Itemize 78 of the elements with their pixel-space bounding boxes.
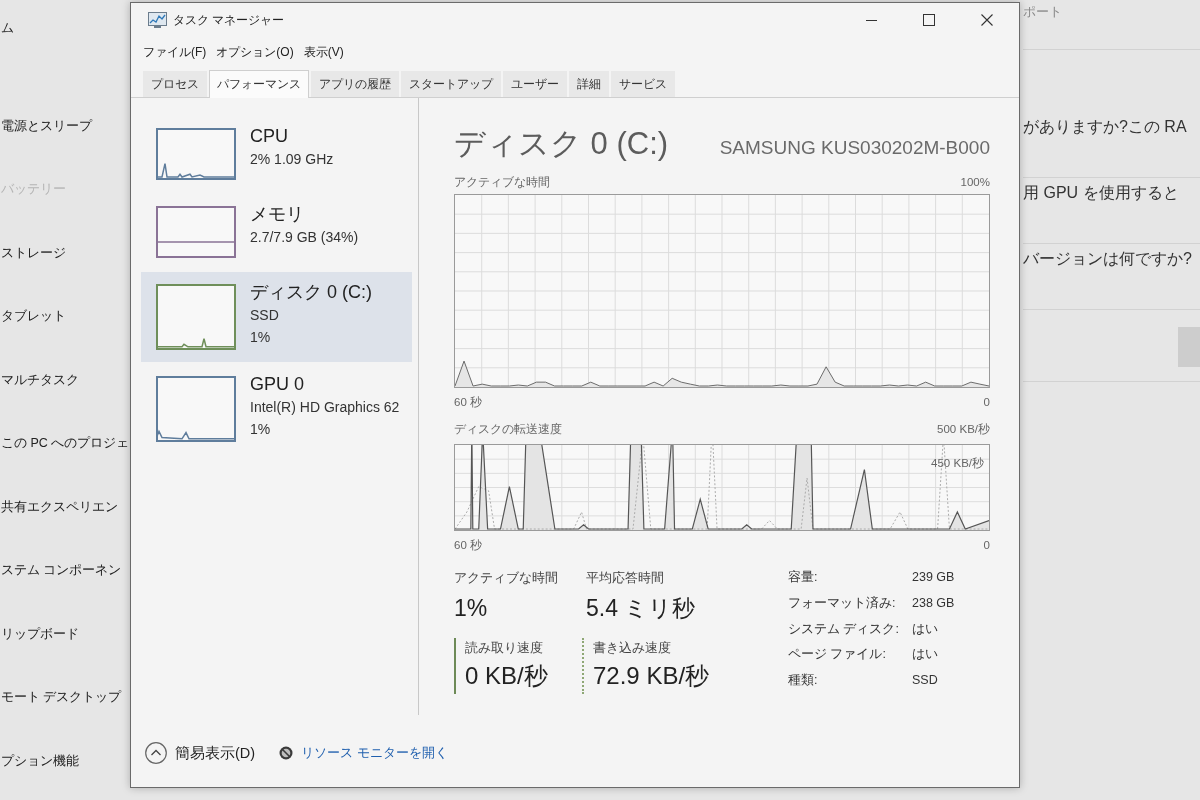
heading-text: ポート [1023, 4, 1062, 19]
tab[interactable]: アプリの履歴 [311, 71, 399, 97]
nav-item[interactable]: タブレット [0, 298, 66, 334]
property-label: 容量: [788, 569, 819, 586]
tab[interactable]: スタートアップ [401, 71, 501, 97]
nav-item[interactable]: モート デスクトップ [0, 679, 122, 715]
device-detail: SSD [250, 306, 280, 325]
device-item[interactable]: ディスク 0 (C:) SSD 1% [141, 272, 412, 362]
tab[interactable]: サービス [611, 71, 675, 97]
device-item[interactable]: CPU 2% 1.09 GHz [141, 116, 412, 192]
nav-item[interactable]: プション機能 [0, 742, 79, 779]
stat-label: 書き込み速度 [593, 640, 672, 656]
nav-item[interactable]: ストレージ [0, 234, 66, 271]
help-question[interactable]: バージョンは何ですか? [1023, 250, 1192, 267]
device-name: メモリ [250, 203, 305, 226]
device-detail: Intel(R) HD Graphics 62 [250, 398, 400, 417]
device-name: ディスク 0 (C:) [250, 281, 372, 304]
help-question[interactable]: がありますか?この RA [1023, 118, 1187, 135]
nav-item[interactable]: この PC へのプロジェ [0, 425, 130, 461]
minimize-icon [865, 19, 877, 21]
property-label: 種類: [788, 672, 819, 690]
property-value: 239 GB [912, 569, 955, 586]
stat-value: 72.9 KB/秒 [593, 662, 710, 690]
property-value: SSD [912, 672, 939, 690]
nav-item[interactable]: ム [0, 10, 14, 46]
chart-window-icon [148, 12, 167, 28]
legend-line [582, 638, 584, 694]
nav-item[interactable]: 電源とスリープ [0, 107, 92, 144]
device-name: GPU 0 [250, 373, 306, 396]
tab[interactable]: 詳細 [569, 71, 609, 97]
stat-label: 平均応答時間 [586, 570, 665, 586]
nav-item[interactable]: 共有エクスペリエン [0, 488, 118, 525]
property-value: はい [912, 646, 939, 664]
chevron-up-icon [145, 742, 167, 764]
device-item[interactable]: メモリ 2.7/7.9 GB (34%) [141, 194, 412, 270]
menu-item[interactable]: ファイル(F) [143, 43, 207, 61]
axis-label: 0 [983, 538, 990, 552]
property-value: 238 GB [912, 594, 955, 612]
tab[interactable]: ユーザー [503, 71, 567, 97]
stat-value: 0 KB/秒 [465, 662, 548, 690]
resource-monitor-link[interactable]: リソース モニターを開く [279, 744, 448, 762]
device-detail: 1% [250, 328, 272, 347]
maximize-icon [923, 14, 935, 26]
graph-label: ディスクの転送速度 [454, 422, 562, 436]
property-label: ページ ファイル: [788, 646, 887, 664]
device-model: SAMSUNG KUS030202M-B000 [719, 137, 990, 159]
device-detail: 2% 1.09 GHz [250, 150, 334, 169]
property-label: システム ディスク: [788, 620, 900, 638]
circle-slash-icon [279, 746, 294, 760]
axis-label: 0 [983, 395, 990, 409]
graph-label: アクティブな時間 [454, 175, 550, 189]
graph-max-label: 100% [960, 175, 990, 189]
help-question[interactable]: 用 GPU を使用すると [1023, 184, 1179, 201]
window-title: タスク マネージャー [173, 11, 285, 29]
nav-item[interactable]: リップボード [0, 615, 79, 652]
menu-item[interactable]: 表示(V) [303, 43, 344, 61]
device-detail: 1% [250, 420, 272, 439]
fewer-details-button[interactable]: 簡易表示(D) [145, 742, 256, 764]
menu-item[interactable]: オプション(O) [216, 43, 294, 61]
device-detail: 2.7/7.9 GB (34%) [250, 228, 359, 247]
graph-max-label: 500 KB/秒 [937, 422, 990, 436]
property-value: はい [912, 620, 939, 638]
property-label: フォーマット済み: [788, 594, 897, 612]
tab[interactable]: パフォーマンス [209, 70, 309, 98]
axis-label: 60 秒 [454, 395, 482, 409]
axis-label: 60 秒 [454, 538, 482, 552]
stat-value: 1% [454, 594, 489, 622]
close-icon [981, 14, 993, 26]
device-name: CPU [250, 125, 289, 148]
stat-label: 読み取り速度 [465, 640, 544, 656]
legend-line [454, 638, 456, 694]
nav-item[interactable]: ステム コンポーネン [0, 552, 122, 588]
tab[interactable]: プロセス [143, 71, 207, 97]
nav-item[interactable]: マルチタスク [0, 361, 79, 398]
device-item[interactable]: GPU 0 Intel(R) HD Graphics 62 1% [141, 364, 412, 454]
stat-value: 5.4 ミリ秒 [586, 594, 697, 622]
stat-label: アクティブな時間 [454, 570, 559, 586]
device-title: ディスク 0 (C:) [454, 125, 669, 163]
